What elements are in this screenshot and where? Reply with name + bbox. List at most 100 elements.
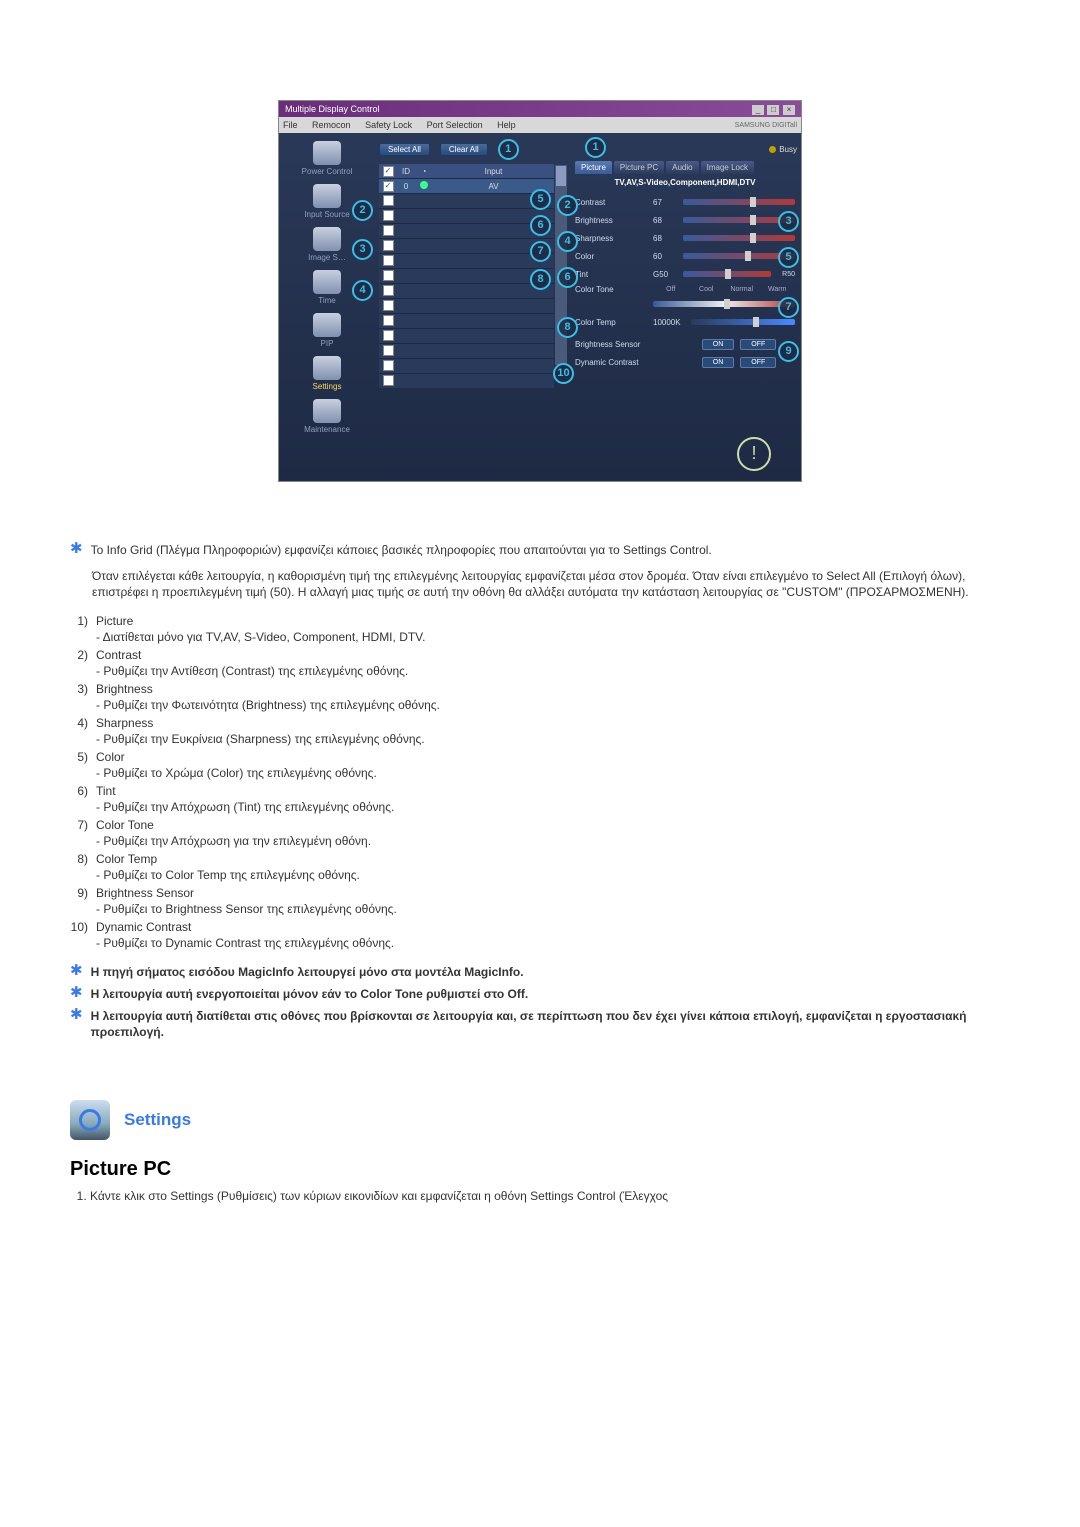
select-all-button[interactable]: Select All — [379, 143, 430, 156]
menu-bar: File Remocon Safety Lock Port Selection … — [279, 117, 801, 133]
tab-audio[interactable]: Audio — [666, 161, 698, 174]
row-checkbox[interactable] — [383, 255, 394, 266]
row-checkbox[interactable] — [383, 345, 394, 356]
grid-row[interactable] — [379, 268, 554, 283]
subheading-picture-pc: Picture PC — [70, 1158, 1010, 1181]
sidebar-item-power[interactable]: Power Control — [283, 141, 371, 176]
row-checkbox[interactable] — [383, 300, 394, 311]
grid-row[interactable] — [379, 238, 554, 253]
close-icon[interactable]: × — [783, 105, 795, 115]
grid-row[interactable] — [379, 328, 554, 343]
sidebar-item-settings[interactable]: Settings — [283, 356, 371, 391]
row-checkbox[interactable] — [383, 375, 394, 386]
menu-port-selection[interactable]: Port Selection — [427, 120, 483, 130]
sidebar-item-maintenance[interactable]: Maintenance — [283, 399, 371, 434]
sidebar-callout-2: 2 — [352, 200, 373, 221]
color-value: 60 — [653, 252, 683, 261]
tint-label: Tint — [575, 270, 653, 279]
color-tone-slider[interactable] — [653, 301, 795, 307]
window-title: Multiple Display Control — [285, 104, 380, 114]
app-screenshot: Multiple Display Control _ □ × File Remo… — [278, 100, 802, 482]
grid-callout-5: 5 — [530, 189, 551, 210]
grid-callout-7: 7 — [530, 241, 551, 262]
callout-9: 9 — [778, 341, 799, 362]
sidebar-item-time[interactable]: Time 4 — [283, 270, 371, 305]
dyncontrast-on-button[interactable]: ON — [702, 357, 735, 368]
row-checkbox[interactable] — [383, 240, 394, 251]
row-checkbox[interactable] — [383, 330, 394, 341]
grid-row[interactable] — [379, 373, 554, 388]
sharpness-value: 68 — [653, 234, 683, 243]
grid-row[interactable] — [379, 313, 554, 328]
menu-remocon[interactable]: Remocon — [312, 120, 351, 130]
tab-image-lock[interactable]: Image Lock — [701, 161, 754, 174]
minimize-icon[interactable]: _ — [752, 105, 764, 115]
contrast-label: Contrast — [575, 198, 653, 207]
color-tone-label: Color Tone — [575, 285, 653, 294]
menu-file[interactable]: File — [283, 120, 298, 130]
row-checkbox[interactable] — [383, 315, 394, 326]
color-temp-label: Color Temp — [575, 318, 653, 327]
callout-2: 2 — [557, 195, 578, 216]
window-buttons[interactable]: _ □ × — [751, 104, 795, 115]
bsensor-off-button[interactable]: OFF — [740, 339, 776, 350]
row-checkbox[interactable] — [383, 225, 394, 236]
color-tone-labels: Off Cool Normal Warm — [653, 286, 795, 293]
row-checkbox[interactable] — [383, 195, 394, 206]
item-7-title: Color Tone — [96, 818, 970, 832]
dyncontrast-off-button[interactable]: OFF — [740, 357, 776, 368]
window-titlebar: Multiple Display Control _ □ × — [279, 101, 801, 117]
brightness-value: 68 — [653, 216, 683, 225]
grid-row[interactable] — [379, 223, 554, 238]
item-3-desc: - Ρυθμίζει την Φωτεινότητα (Brightness) … — [96, 698, 970, 712]
grid-row[interactable] — [379, 253, 554, 268]
contrast-slider[interactable] — [683, 199, 795, 205]
item-7-desc: - Ρυθμίζει την Απόχρωση για την επιλεγμέ… — [96, 834, 970, 848]
tab-picture-pc[interactable]: Picture PC — [614, 161, 664, 174]
callout-6: 6 — [557, 267, 578, 288]
tab-picture[interactable]: Picture — [575, 161, 612, 174]
menu-help[interactable]: Help — [497, 120, 516, 130]
row-checkbox[interactable] — [383, 285, 394, 296]
item-8-desc: - Ρυθμίζει το Color Temp της επιλεγμένης… — [96, 868, 970, 882]
grid-row[interactable]: ✓ 0 AV — [379, 178, 554, 193]
row-checkbox[interactable]: ✓ — [383, 181, 394, 192]
grid-row[interactable] — [379, 358, 554, 373]
menu-safety-lock[interactable]: Safety Lock — [365, 120, 412, 130]
tint-slider[interactable] — [683, 271, 771, 277]
sidebar-item-image[interactable]: Image S… 3 — [283, 227, 371, 262]
header-checkbox[interactable]: ✓ — [383, 166, 394, 177]
maximize-icon[interactable]: □ — [767, 105, 779, 115]
item-6-desc: - Ρυθμίζει την Απόχρωση (Tint) της επιλε… — [96, 800, 970, 814]
grid-row[interactable] — [379, 283, 554, 298]
item-1-title: Picture — [96, 614, 970, 628]
color-temp-slider[interactable] — [691, 319, 795, 325]
sharpness-slider[interactable] — [683, 235, 795, 241]
grid-row[interactable] — [379, 193, 554, 208]
row-checkbox[interactable] — [383, 210, 394, 221]
sidebar-callout-4: 4 — [352, 280, 373, 301]
sidebar-callout-3: 3 — [352, 239, 373, 260]
row-checkbox[interactable] — [383, 270, 394, 281]
contrast-value: 67 — [653, 198, 683, 207]
sidebar-item-pip[interactable]: PIP — [283, 313, 371, 348]
star-note-1: ✱ Το Info Grid (Πλέγμα Πληροφοριών) εμφα… — [70, 542, 1010, 558]
row-checkbox[interactable] — [383, 360, 394, 371]
clear-all-button[interactable]: Clear All — [440, 143, 488, 156]
section-title: Settings — [124, 1110, 191, 1130]
status-led-icon — [420, 181, 428, 189]
bold-note-1: ✱ Η πηγή σήματος εισόδου MagicInfo λειτο… — [70, 964, 1010, 980]
grid-row[interactable] — [379, 208, 554, 223]
callout-1: 1 — [585, 137, 606, 158]
bsensor-on-button[interactable]: ON — [702, 339, 735, 350]
star-icon: ✱ — [70, 1008, 83, 1040]
callout-4: 4 — [557, 231, 578, 252]
callout-7: 7 — [778, 297, 799, 318]
grid-row[interactable] — [379, 343, 554, 358]
grid-row[interactable] — [379, 298, 554, 313]
color-temp-value: 10000K — [653, 318, 691, 327]
sidebar-item-input[interactable]: Input Source 2 — [283, 184, 371, 219]
bold-note-2: ✱ Η λειτουργία αυτή ενεργοποιείται μόνον… — [70, 986, 1010, 1002]
star-icon: ✱ — [70, 986, 83, 1002]
grid-callout-8: 8 — [530, 269, 551, 290]
